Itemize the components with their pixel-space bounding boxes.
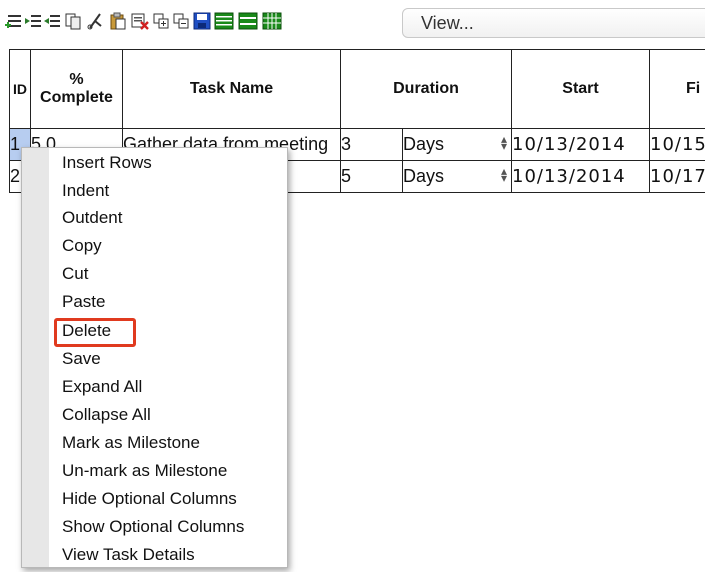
row-finish-cell[interactable]: 10/15: [649, 128, 705, 161]
menu-item-show-optional-columns[interactable]: Show Optional Columns: [62, 514, 244, 540]
menu-item-mark-milestone[interactable]: Mark as Milestone: [62, 430, 200, 456]
menu-item-paste[interactable]: Paste: [62, 289, 105, 315]
row-duration-unit-select[interactable]: Days ▴ ▾: [402, 128, 512, 161]
row-start-cell[interactable]: 10/13/2014: [511, 160, 650, 193]
delete-highlight-box: [54, 318, 136, 347]
menu-item-expand-all[interactable]: Expand All: [62, 374, 142, 400]
insert-rows-icon[interactable]: [4, 11, 24, 31]
context-menu: Insert Rows Indent Outdent Copy Cut Past…: [21, 147, 288, 568]
indent-icon[interactable]: [23, 11, 43, 31]
collapse-all-icon[interactable]: [171, 11, 191, 31]
row-start-cell[interactable]: 10/13/2014: [511, 128, 650, 161]
select-arrows-icon: ▴ ▾: [500, 164, 507, 185]
menu-item-indent[interactable]: Indent: [62, 178, 109, 204]
unit-label: Days: [403, 166, 445, 186]
view-2-icon[interactable]: [238, 11, 258, 31]
cut-icon[interactable]: [85, 11, 105, 31]
header-task-name[interactable]: Task Name: [122, 49, 341, 129]
context-menu-gutter: [22, 148, 49, 567]
outdent-icon[interactable]: [42, 11, 62, 31]
view-select[interactable]: View...: [402, 8, 705, 38]
menu-item-cut[interactable]: Cut: [62, 261, 88, 287]
paste-icon[interactable]: [108, 11, 128, 31]
menu-item-insert-rows[interactable]: Insert Rows: [62, 150, 152, 176]
save-icon[interactable]: [192, 11, 212, 31]
menu-item-copy[interactable]: Copy: [62, 233, 102, 259]
header-row: ID % Complete Task Name Duration Start F…: [9, 49, 705, 129]
header-start[interactable]: Start: [511, 49, 650, 129]
row-finish-cell[interactable]: 10/17: [649, 160, 705, 193]
delete-icon[interactable]: [130, 11, 150, 31]
menu-item-unmark-milestone[interactable]: Un-mark as Milestone: [62, 458, 227, 484]
menu-item-view-task-details[interactable]: View Task Details: [62, 542, 195, 568]
copy-icon[interactable]: [63, 11, 83, 31]
header-duration[interactable]: Duration: [340, 49, 512, 129]
row-duration-cell[interactable]: 3: [340, 128, 403, 161]
menu-item-save[interactable]: Save: [62, 346, 101, 372]
header-finish[interactable]: Fi: [649, 49, 705, 129]
row-duration-cell[interactable]: 5: [340, 160, 403, 193]
select-arrows-icon: ▴ ▾: [500, 132, 507, 153]
menu-item-collapse-all[interactable]: Collapse All: [62, 402, 151, 428]
menu-item-outdent[interactable]: Outdent: [62, 205, 123, 231]
header-id[interactable]: ID: [9, 49, 31, 129]
expand-all-icon[interactable]: [151, 11, 171, 31]
view-1-icon[interactable]: [214, 11, 234, 31]
gantt-toolbar: View...: [0, 0, 705, 40]
unit-label: Days: [403, 134, 445, 154]
menu-item-hide-optional-columns[interactable]: Hide Optional Columns: [62, 486, 237, 512]
row-duration-unit-select[interactable]: Days ▴ ▾: [402, 160, 512, 193]
view-3-icon[interactable]: [262, 11, 282, 31]
header-percent-complete[interactable]: % Complete: [30, 49, 123, 129]
